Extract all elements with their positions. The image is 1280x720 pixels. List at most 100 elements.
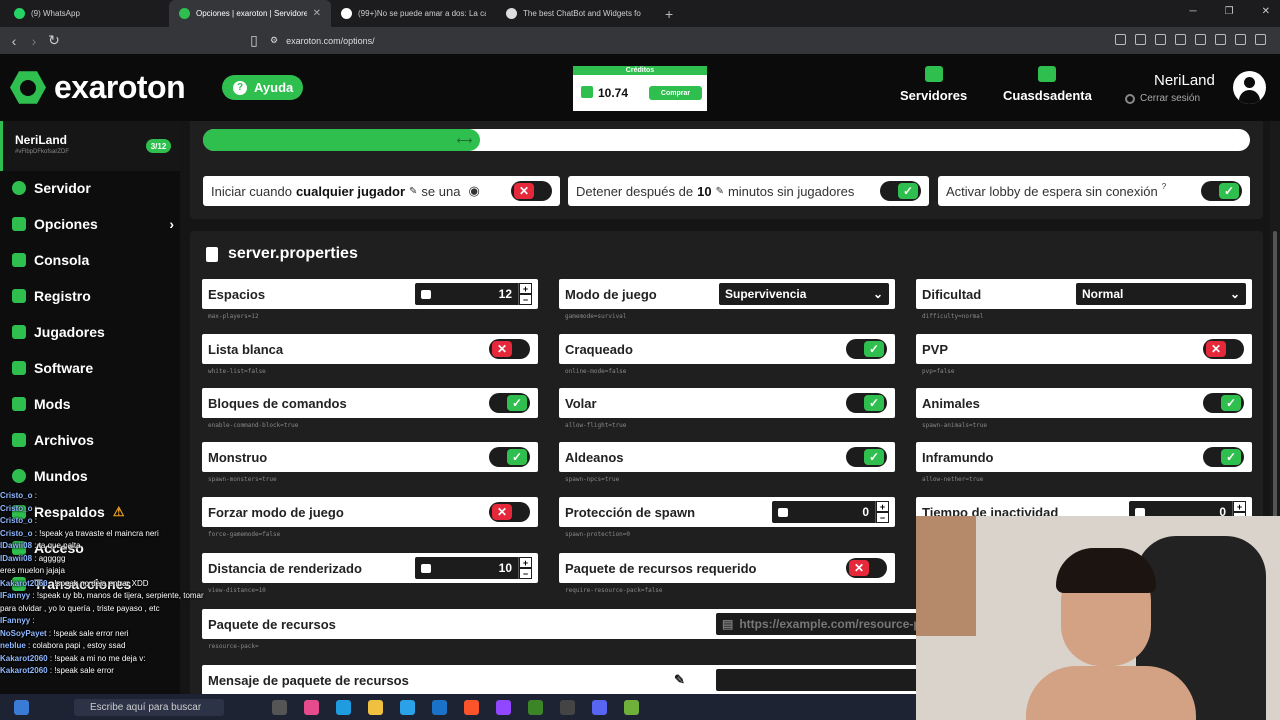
- sidebar-item-registro[interactable]: Registro: [12, 288, 174, 304]
- property-toggle[interactable]: ✕: [846, 558, 887, 578]
- chat-text: : !speak no deja entrar XDD: [49, 578, 149, 588]
- extension-icon[interactable]: [1215, 34, 1226, 45]
- bookmark-icon[interactable]: ▯: [244, 32, 264, 49]
- property-toggle[interactable]: ✓: [846, 447, 887, 467]
- pencil-icon[interactable]: ✎: [674, 672, 685, 688]
- task-view-icon[interactable]: [272, 700, 287, 715]
- extension-icon[interactable]: [1235, 34, 1246, 45]
- property-paquete-de-recursos-requerido: Paquete de recursos requerido ✕: [559, 553, 895, 583]
- minecraft-icon[interactable]: [528, 700, 543, 715]
- sidebar-item-servidor[interactable]: Servidor: [12, 180, 174, 196]
- resource-pack-message-input[interactable]: [716, 669, 946, 691]
- plus-icon[interactable]: +: [519, 557, 532, 568]
- property-toggle[interactable]: ✓: [846, 339, 887, 359]
- edit-icon[interactable]: ✎: [716, 186, 724, 197]
- back-icon[interactable]: ‹: [4, 33, 24, 49]
- stepper[interactable]: +−: [518, 283, 532, 305]
- edit-icon[interactable]: ✎: [409, 186, 417, 197]
- property-toggle[interactable]: ✕: [1203, 339, 1244, 359]
- extension-icon[interactable]: [1255, 34, 1266, 45]
- extension-icon[interactable]: [1135, 34, 1146, 45]
- extension-icon[interactable]: [1175, 34, 1186, 45]
- close-tab-icon[interactable]: ✕: [313, 8, 321, 19]
- property-toggle[interactable]: ✓: [1203, 447, 1244, 467]
- sidebar-item-archivos[interactable]: Archivos: [12, 432, 174, 448]
- tab-exaroton-options[interactable]: Opciones | exaroton | Servidores ✕: [169, 0, 331, 27]
- brave-icon[interactable]: [464, 700, 479, 715]
- store-icon[interactable]: [400, 700, 415, 715]
- chat-message: para olvidar , yo lo quería , triste pay…: [0, 603, 215, 616]
- explorer-icon[interactable]: [368, 700, 383, 715]
- tab-whatsapp[interactable]: (9) WhatsApp: [4, 0, 169, 27]
- forward-icon[interactable]: ›: [24, 33, 44, 49]
- tab-chatbot[interactable]: The best ChatBot and Widgets fo: [496, 0, 661, 27]
- edge-icon[interactable]: [336, 700, 351, 715]
- obs-icon[interactable]: [496, 700, 511, 715]
- url-field[interactable]: ⚙ exaroton.com/options/: [270, 32, 375, 49]
- chat-username: Cristo_o: [0, 516, 33, 525]
- sidebar-item-mundos[interactable]: Mundos: [12, 468, 174, 484]
- plus-icon[interactable]: +: [519, 283, 532, 294]
- github-icon[interactable]: [560, 700, 575, 715]
- property-toggle[interactable]: ✓: [489, 447, 530, 467]
- property-toggle[interactable]: ✕: [489, 339, 530, 359]
- lobby-toggle[interactable]: ✓: [1201, 181, 1242, 201]
- nav-account[interactable]: Cuasdsadenta: [1003, 66, 1092, 103]
- property-label: Craqueado: [565, 341, 633, 357]
- sidebar-item-opciones[interactable]: Opciones ›: [12, 216, 174, 232]
- sidebar-item-jugadores[interactable]: Jugadores: [12, 324, 174, 340]
- sidebar-item-consola[interactable]: Consola: [12, 252, 174, 268]
- nav-servers[interactable]: Servidores: [900, 66, 967, 103]
- minus-icon[interactable]: −: [519, 568, 532, 579]
- plus-icon[interactable]: +: [1233, 501, 1246, 512]
- new-tab-button[interactable]: +: [665, 6, 673, 22]
- minimize-icon[interactable]: ─: [1190, 6, 1197, 17]
- number-input[interactable]: 12 + −: [415, 283, 532, 305]
- property-toggle[interactable]: ✓: [1203, 393, 1244, 413]
- property-select[interactable]: Normal ⌄: [1076, 283, 1246, 305]
- extension-icon[interactable]: [1195, 34, 1206, 45]
- logout-link[interactable]: Cerrar sesión: [1125, 93, 1215, 104]
- tab-tiktok[interactable]: (99+)No se puede amar a dos: La can: [331, 0, 496, 27]
- chat-username: lDawii08: [0, 541, 33, 550]
- minus-icon[interactable]: −: [519, 294, 532, 305]
- extension-icon[interactable]: [1115, 34, 1126, 45]
- app-icon[interactable]: [592, 700, 607, 715]
- property-toggle[interactable]: ✓: [489, 393, 530, 413]
- info-icon[interactable]: ◉: [468, 183, 479, 199]
- start-condition-link[interactable]: cualquier jugador: [296, 184, 405, 199]
- sidebar-item-mods[interactable]: Mods: [12, 396, 174, 412]
- property-key: max-players=12: [208, 313, 259, 320]
- property-toggle[interactable]: ✓: [846, 393, 887, 413]
- start-toggle[interactable]: ✕: [511, 181, 552, 201]
- logo[interactable]: exaroton: [10, 69, 186, 106]
- minecraft-launcher-icon[interactable]: [624, 700, 639, 715]
- property-toggle[interactable]: ✕: [489, 502, 530, 522]
- mail-icon[interactable]: [432, 700, 447, 715]
- avatar[interactable]: [1233, 71, 1266, 104]
- site-info-icon[interactable]: ⚙: [270, 35, 278, 46]
- stepper[interactable]: +−: [875, 501, 889, 523]
- reload-icon[interactable]: ↻: [44, 32, 64, 49]
- stepper[interactable]: +−: [518, 557, 532, 579]
- webcam-person-body: [1026, 666, 1196, 720]
- info-icon[interactable]: ?: [1162, 182, 1166, 191]
- sidebar-item-software[interactable]: Software: [12, 360, 174, 376]
- property-key: spawn-animals=true: [922, 422, 988, 429]
- server-selector[interactable]: NeriLand #vFlbpDFkofsarZDF 3/12: [0, 121, 180, 171]
- resource-pack-url-input[interactable]: ▤ https://example.com/resource-p: [716, 613, 946, 635]
- stop-minutes-link[interactable]: 10: [697, 184, 711, 199]
- maximize-icon[interactable]: ❐: [1225, 6, 1234, 17]
- number-input[interactable]: 0 +−: [772, 501, 889, 523]
- plus-icon[interactable]: +: [876, 501, 889, 512]
- property-select[interactable]: Supervivencia ⌄: [719, 283, 889, 305]
- number-input[interactable]: 10 + −: [415, 557, 532, 579]
- stop-toggle[interactable]: ✓: [880, 181, 921, 201]
- close-window-icon[interactable]: ✕: [1262, 6, 1270, 17]
- buy-credits-button[interactable]: Comprar: [649, 86, 702, 100]
- copilot-icon[interactable]: [304, 700, 319, 715]
- help-button[interactable]: ? Ayuda: [222, 75, 303, 100]
- minus-icon[interactable]: −: [876, 512, 889, 523]
- extension-icon[interactable]: [1155, 34, 1166, 45]
- chat-message: Cristo_o :: [0, 503, 215, 516]
